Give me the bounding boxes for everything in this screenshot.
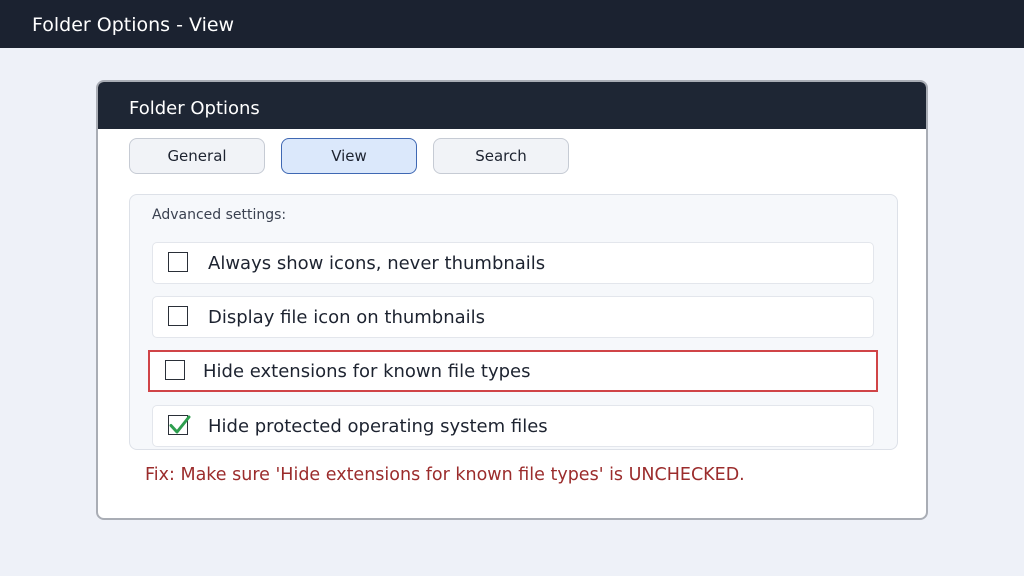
always-show-icons-checkbox[interactable] bbox=[168, 252, 188, 272]
checkmark-icon bbox=[169, 415, 191, 434]
hide-extensions-checkbox[interactable] bbox=[165, 360, 185, 380]
hide-protected-files-checkbox[interactable] bbox=[168, 415, 191, 435]
option-hide-extensions[interactable]: Hide extensions for known file types bbox=[148, 350, 878, 392]
tab-search[interactable]: Search bbox=[433, 138, 569, 174]
option-label: Display file icon on thumbnails bbox=[208, 307, 486, 328]
option-hide-protected-files[interactable]: Hide protected operating system files bbox=[152, 405, 874, 447]
option-label: Always show icons, never thumbnails bbox=[208, 253, 546, 274]
folder-options-dialog: Folder Options General View Search Advan… bbox=[96, 80, 928, 520]
option-label: Hide extensions for known file types bbox=[203, 361, 531, 382]
option-display-file-icon[interactable]: Display file icon on thumbnails bbox=[152, 296, 874, 338]
option-always-show-icons[interactable]: Always show icons, never thumbnails bbox=[152, 242, 874, 284]
dialog-title: Folder Options bbox=[129, 98, 260, 119]
display-file-icon-checkbox[interactable] bbox=[168, 306, 188, 326]
advanced-settings-label: Advanced settings: bbox=[152, 207, 287, 223]
tab-general[interactable]: General bbox=[129, 138, 265, 174]
window-title: Folder Options - View bbox=[32, 14, 235, 36]
dialog-title-bar: Folder Options bbox=[98, 82, 926, 129]
fix-instruction-note: Fix: Make sure 'Hide extensions for know… bbox=[145, 465, 745, 485]
tab-view[interactable]: View bbox=[281, 138, 417, 174]
window-title-bar: Folder Options - View bbox=[0, 0, 1024, 48]
option-label: Hide protected operating system files bbox=[208, 416, 548, 437]
advanced-settings-panel: Advanced settings: Always show icons, ne… bbox=[129, 194, 898, 450]
